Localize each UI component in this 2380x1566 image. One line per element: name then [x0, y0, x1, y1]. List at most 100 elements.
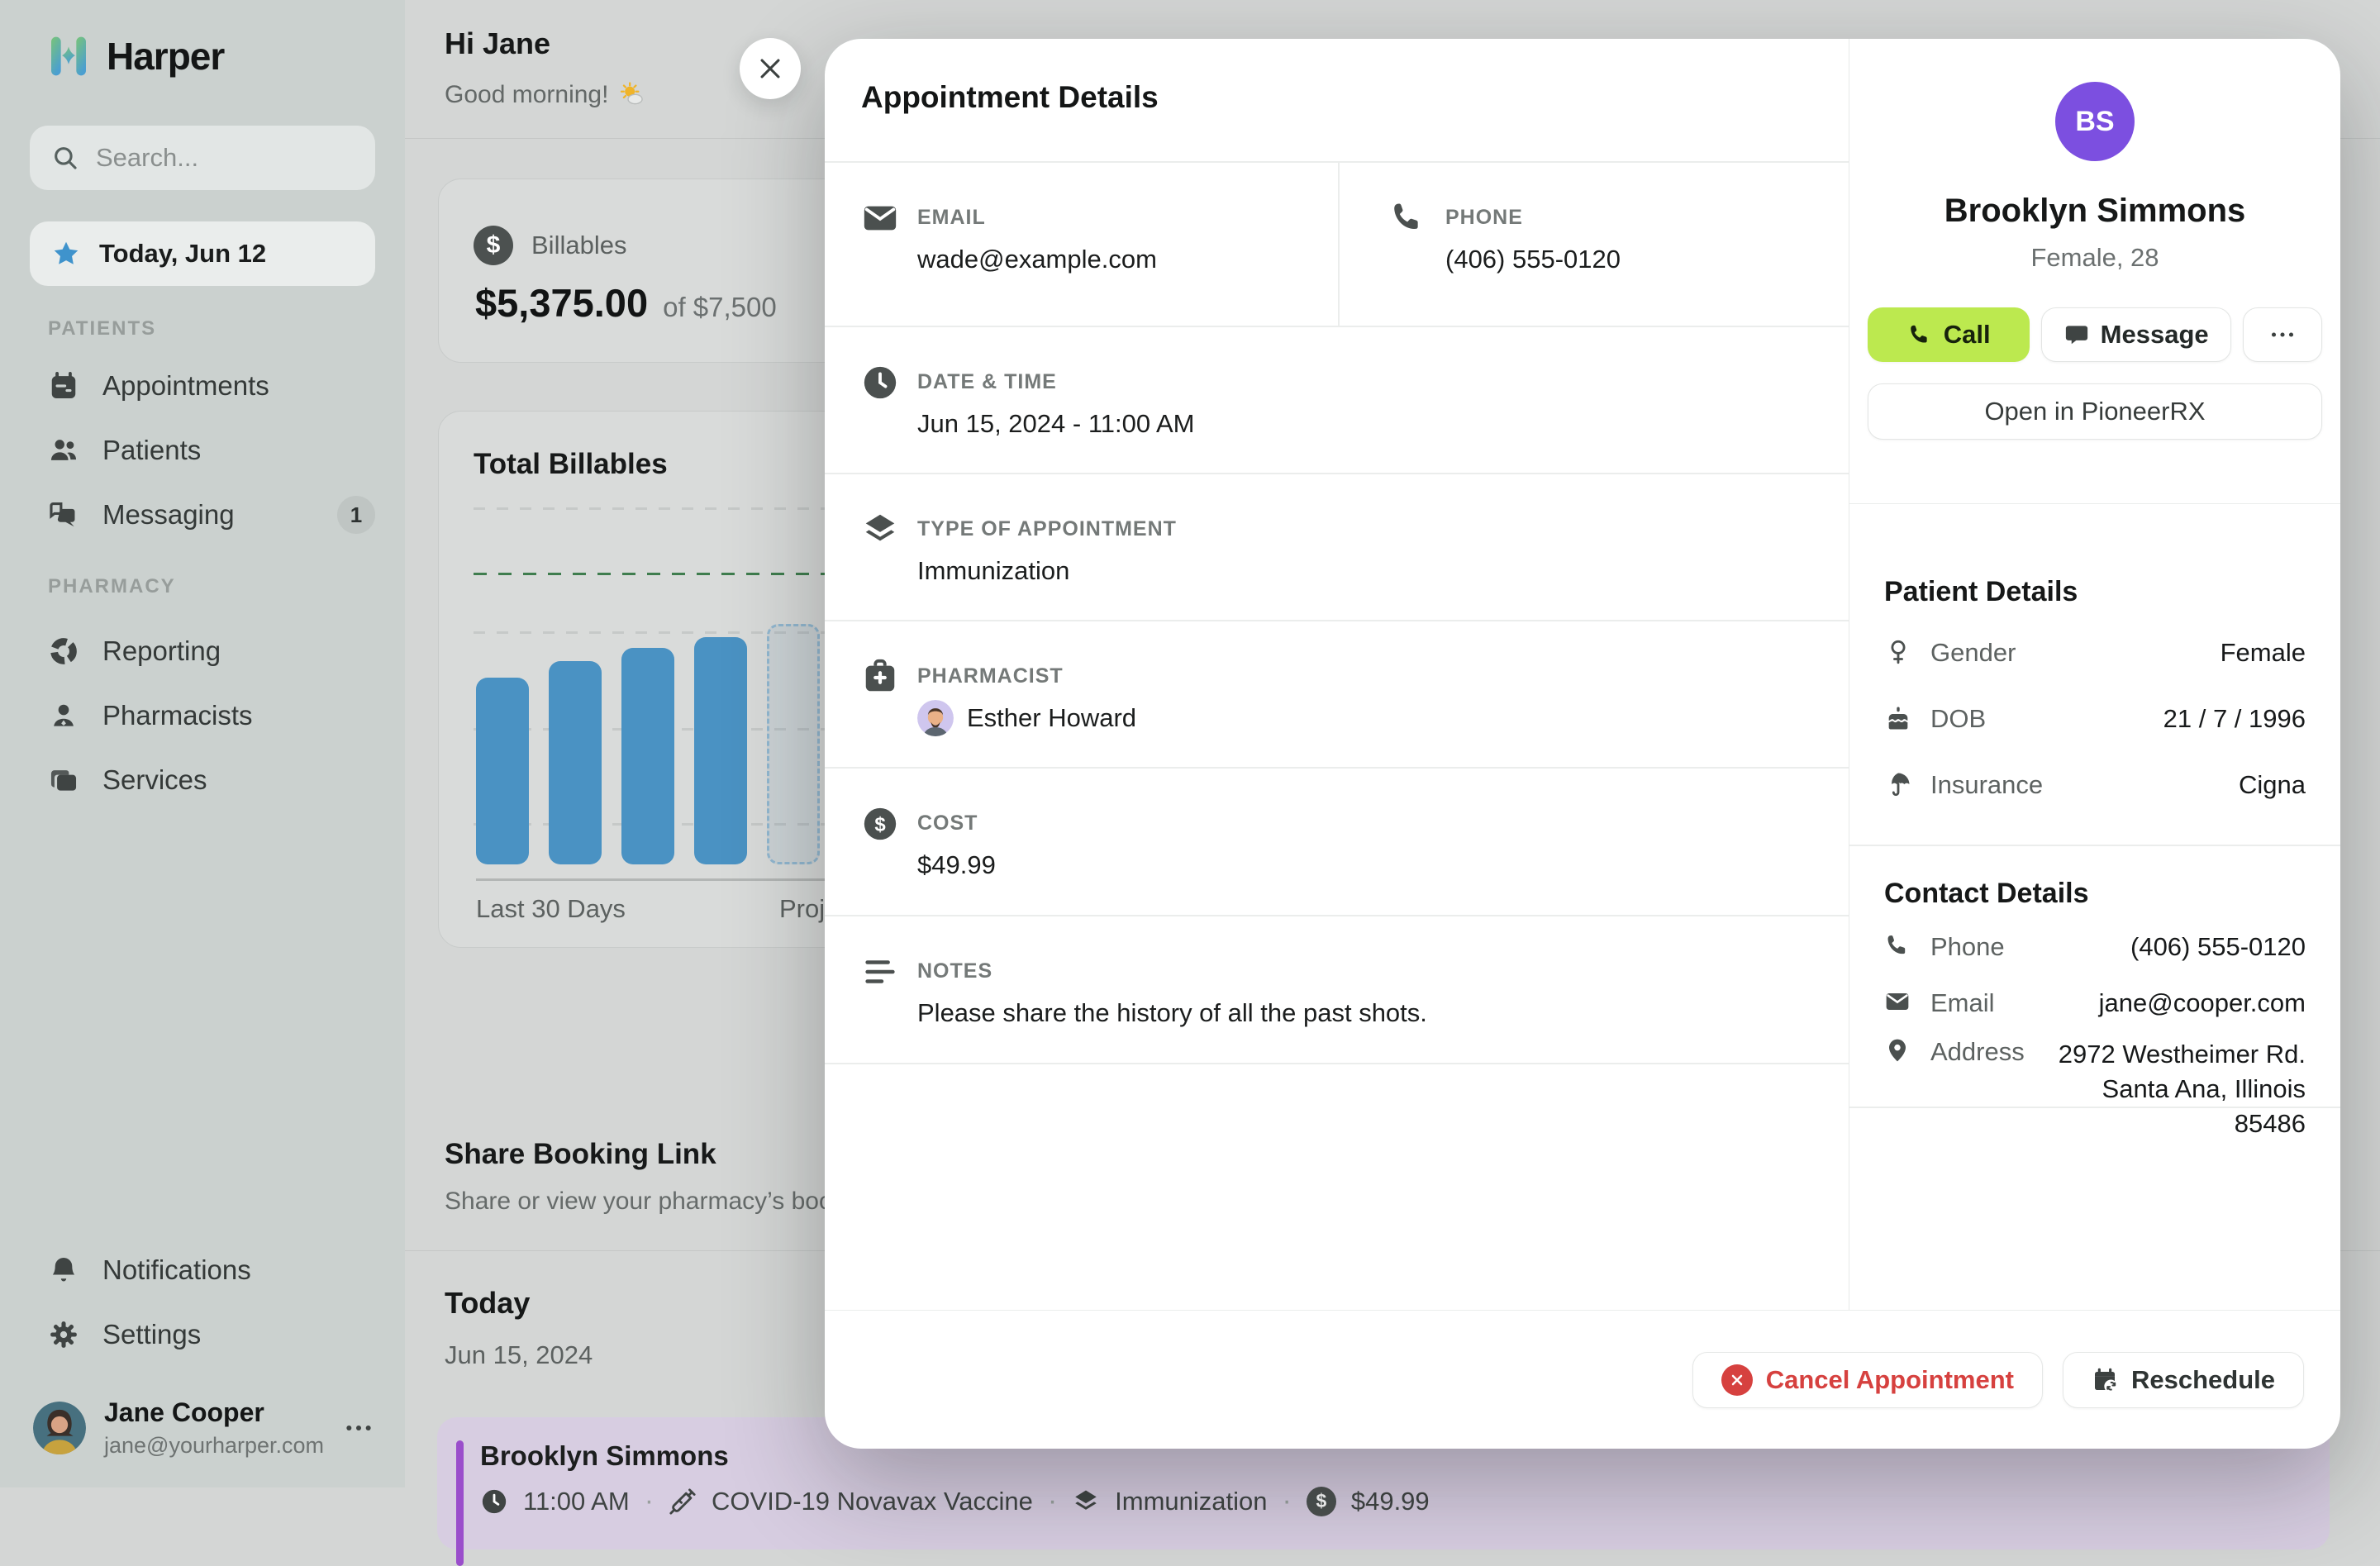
bell-icon: [48, 1254, 79, 1286]
pharmacist-name: Esther Howard: [967, 703, 1136, 733]
field-value: Please share the history of all the past…: [917, 998, 1427, 1028]
search-field[interactable]: [30, 126, 375, 190]
message-label: Message: [2101, 320, 2209, 350]
app-logo: Harper: [45, 33, 224, 79]
person-icon: [48, 700, 79, 731]
brand-name: Harper: [107, 34, 224, 79]
sidebar-item-today[interactable]: Today, Jun 12: [30, 221, 375, 286]
field-label: PHONE: [1445, 199, 1621, 230]
star-icon: [51, 239, 81, 269]
appointment-cost: $49.99: [1351, 1487, 1430, 1516]
chart-bar-period-3: [621, 648, 674, 864]
open-in-pioneerrx-button[interactable]: Open in PioneerRX: [1868, 383, 2322, 440]
detail-row-insurance: Insurance Cigna: [1884, 752, 2306, 818]
call-label: Call: [1944, 320, 1991, 350]
appointment-time: 11:00 AM: [523, 1487, 630, 1516]
today-section: Today Jun 15, 2024: [445, 1286, 593, 1370]
user-menu-dots-icon[interactable]: [342, 1411, 375, 1445]
medical-briefcase-icon: [861, 658, 899, 696]
ellipsis-icon: [2268, 320, 2297, 350]
field-phone: PHONE (406) 555-0120: [1389, 199, 1621, 274]
sidebar-nav-pharmacy: Reporting Pharmacists Services: [0, 619, 405, 812]
detail-value: Cigna: [2239, 768, 2306, 802]
sidebar-item-messaging[interactable]: Messaging 1: [0, 483, 405, 547]
reschedule-label: Reschedule: [2131, 1365, 2275, 1395]
donut-chart-icon: [48, 635, 79, 667]
user-profile[interactable]: Jane Cooper jane@yourharper.com: [0, 1387, 405, 1469]
call-button[interactable]: Call: [1868, 307, 2030, 362]
sidebar-nav-patients: Appointments Patients Messaging 1: [0, 354, 405, 547]
chat-icon: [48, 499, 79, 531]
field-label: DATE & TIME: [917, 364, 1195, 394]
layers-icon: [861, 511, 899, 549]
today-date: Jun 15, 2024: [445, 1340, 593, 1370]
sidebar-item-pharmacists[interactable]: Pharmacists: [0, 683, 405, 748]
chart-bar-period-4: [694, 637, 747, 864]
detail-row-dob: DOB 21 / 7 / 1996: [1884, 686, 2306, 752]
field-notes: NOTES Please share the history of all th…: [861, 953, 1427, 1028]
field-label: NOTES: [917, 953, 1427, 983]
share-booking-subtitle: Share or view your pharmacy’s booking: [445, 1188, 878, 1216]
appointment-vaccine: COVID-19 Novavax Vaccine: [712, 1487, 1033, 1516]
user-name: Jane Cooper: [104, 1397, 324, 1428]
detail-label: Gender: [1930, 638, 2016, 668]
pharmacist-avatar: [917, 700, 954, 736]
cancel-label: Cancel Appointment: [1766, 1365, 2014, 1395]
sidebar-item-patients[interactable]: Patients: [0, 418, 405, 483]
clock-icon: [861, 364, 899, 402]
harper-logo-icon: [45, 33, 92, 79]
search-input[interactable]: [96, 143, 344, 173]
sidebar: Harper Today, Jun 12 PATIENTS Appointmen…: [0, 0, 405, 1487]
x-label-left: Last 30 Days: [476, 894, 626, 924]
field-pharmacist: PHARMACIST Esther Howard: [861, 658, 1136, 736]
field-label: EMAIL: [917, 199, 1157, 230]
syringe-icon: [669, 1487, 697, 1516]
field-value: Jun 15, 2024 - 11:00 AM: [917, 409, 1195, 439]
sidebar-item-appointments[interactable]: Appointments: [0, 354, 405, 418]
search-icon: [51, 144, 79, 172]
calendar-reschedule-icon: [2092, 1367, 2118, 1393]
nav-item-label: Reporting: [102, 635, 221, 667]
billables-amount: $5,375.00: [475, 280, 648, 326]
chart-title: Total Billables: [474, 448, 668, 481]
appointment-details-modal: Appointment Details EMAIL wade@example.c…: [825, 39, 2340, 1449]
appointment-patient-name: Brooklyn Simmons: [480, 1440, 729, 1472]
svg-text:$: $: [874, 813, 885, 835]
billables-bars: [476, 616, 820, 864]
nav-item-label: Notifications: [102, 1254, 251, 1286]
message-button[interactable]: Message: [2041, 307, 2231, 362]
sidebar-item-services[interactable]: Services: [0, 748, 405, 812]
dollar-circle-icon: $: [474, 226, 513, 265]
field-value: (406) 555-0120: [1445, 245, 1621, 274]
phone-icon: [1907, 322, 1932, 347]
cancel-appointment-button[interactable]: Cancel Appointment: [1692, 1352, 2043, 1408]
chart-bar-period-2: [549, 661, 602, 864]
contact-label: Address: [1930, 1037, 2025, 1067]
appointment-type: Immunization: [1115, 1487, 1267, 1516]
patient-details-title: Patient Details: [1884, 576, 2306, 608]
sidebar-item-settings[interactable]: Settings: [0, 1302, 405, 1367]
sidebar-item-reporting[interactable]: Reporting: [0, 619, 405, 683]
sidebar-item-notifications[interactable]: Notifications: [0, 1238, 405, 1302]
patient-avatar: BS: [2055, 82, 2135, 161]
reschedule-button[interactable]: Reschedule: [2063, 1352, 2304, 1408]
gear-icon: [48, 1319, 79, 1350]
messaging-badge: 1: [337, 496, 375, 534]
contact-row-phone: Phone (406) 555-0120: [1884, 918, 2306, 976]
dollar-circle-icon: $: [861, 805, 899, 843]
modal-content: Appointment Details EMAIL wade@example.c…: [825, 39, 1849, 1310]
nav-item-label: Messaging: [102, 499, 314, 531]
more-actions-button[interactable]: [2243, 307, 2322, 362]
box-icon: [48, 764, 79, 796]
greeting-title: Hi Jane: [445, 26, 550, 61]
contact-row-address: Address 2972 Westheimer Rd. Santa Ana, I…: [1884, 1031, 2306, 1130]
user-email: jane@yourharper.com: [104, 1433, 324, 1459]
billables-target: of $7,500: [663, 292, 777, 323]
clock-icon: [480, 1487, 508, 1516]
modal-title: Appointment Details: [861, 80, 1159, 115]
cake-icon: [1884, 704, 1914, 734]
close-modal-button[interactable]: [740, 38, 801, 99]
detail-label: Insurance: [1930, 770, 2043, 800]
sidebar-section-pharmacy: PHARMACY: [48, 575, 176, 598]
nav-item-label: Patients: [102, 435, 201, 466]
